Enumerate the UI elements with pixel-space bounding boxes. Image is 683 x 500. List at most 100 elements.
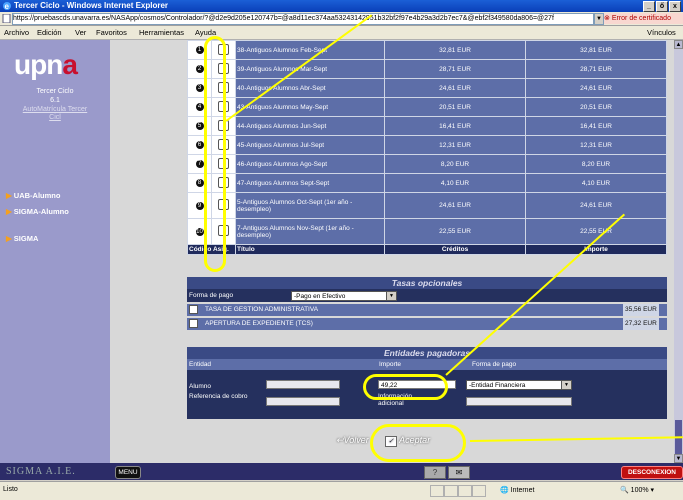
- payers-header-row: Entidad Importe Forma de pago: [187, 359, 667, 370]
- fee-row: 5 44-Antiguos Alumnos Jun-Sept 16,41 EUR 16…: [186, 116, 668, 136]
- fee-amount: 27,32 EUR: [623, 318, 659, 330]
- menu-herramientas[interactable]: Herramientas: [139, 26, 184, 39]
- maximize-button[interactable]: ő: [656, 1, 668, 12]
- row-number: 6: [195, 141, 204, 149]
- header-amount: Importe: [524, 244, 668, 255]
- chevron-down-icon: ▼: [386, 292, 396, 300]
- highlight-accept: [370, 424, 466, 462]
- fee-title: 7-Antiguos Alumnos Nov-Sept (1er año - d…: [235, 218, 386, 245]
- row-number: 1: [195, 46, 204, 54]
- help-button[interactable]: ?: [424, 466, 446, 479]
- status-bar: Listo 🌐 Internet 🔍 100% ▾: [0, 481, 683, 500]
- fee-title: 43-Antiguos Alumnos May-Sept: [235, 97, 386, 117]
- scroll-up-icon[interactable]: ▲: [674, 40, 683, 49]
- fee-label: TASA DE GESTION ADMINISTRATIVA: [205, 306, 319, 313]
- fee-credits: 32,81 EUR: [384, 40, 526, 60]
- warning-icon: ⊗: [604, 15, 610, 22]
- payers-header-payment: Forma de pago: [472, 361, 517, 368]
- highlight-amount: [363, 374, 448, 400]
- payment-row: Forma de pago: [187, 290, 667, 302]
- globe-icon: 🌐: [500, 487, 509, 494]
- vertical-scrollbar[interactable]: ▲ ▼: [674, 40, 683, 464]
- app-footer: SIGMA A.I.E. MENU ? ✉ DESCONEXION: [0, 463, 683, 480]
- fee-row: 7 46-Antiguos Alumnos Ago-Sept 8,20 EUR 8,2…: [186, 154, 668, 174]
- optional-fees-header: Tasas opcionales: [187, 277, 667, 291]
- info-input[interactable]: [466, 397, 572, 406]
- fee-row: 4 43-Antiguos Alumnos May-Sept 20,51 EUR 20…: [186, 97, 668, 117]
- svg-text:e: e: [5, 2, 10, 11]
- payer-entity-input[interactable]: [266, 380, 340, 389]
- fee-checkbox[interactable]: [189, 305, 198, 314]
- fee-title: 5-Antiguos Alumnos Oct-Sept (1er año - d…: [235, 192, 386, 219]
- upna-logo: upna: [14, 49, 78, 80]
- fee-credits: 8,20 EUR: [384, 154, 526, 174]
- status-cell: [430, 485, 444, 497]
- header-credits: Créditos: [384, 244, 526, 255]
- scroll-down-icon[interactable]: ▼: [674, 454, 683, 463]
- reference-input[interactable]: [266, 397, 340, 406]
- fee-row: 1 38-Antiguos Alumnos Feb-Sept 32,81 EUR 32…: [186, 40, 668, 60]
- fee-amount: 8,20 EUR: [524, 154, 668, 174]
- arrow-right-icon: ▶: [6, 191, 12, 200]
- program-label: Tercer Ciclo: [36, 88, 74, 95]
- arrow-right-icon: ▶: [6, 207, 12, 216]
- payers-header-entity: Entidad: [189, 361, 212, 368]
- chevron-down-icon: ▼: [561, 381, 571, 389]
- nav-uab-alumno[interactable]: ▶ UAB-Alumno: [6, 191, 60, 200]
- payers-title: Entidades pagadoras: [187, 347, 667, 359]
- menu-ver[interactable]: Ver: [75, 26, 86, 39]
- fee-title: 38-Antiguos Alumnos Feb-Sept: [235, 40, 386, 60]
- fee-amount: 32,81 EUR: [524, 40, 668, 60]
- minimize-button[interactable]: _: [643, 1, 655, 12]
- ie-logo-icon: e: [3, 2, 11, 11]
- fees-table: 1 38-Antiguos Alumnos Feb-Sept 32,81 EUR 32…: [186, 40, 668, 255]
- fee-amount: 4,10 EUR: [524, 173, 668, 193]
- back-button[interactable]: ↩Volver: [336, 435, 369, 446]
- fee-credits: 12,31 EUR: [384, 135, 526, 155]
- fee-credits: 4,10 EUR: [384, 173, 526, 193]
- fee-amount: 20,51 EUR: [524, 97, 668, 117]
- nav-sigma[interactable]: ▶ SIGMA: [6, 234, 38, 243]
- fees-header-row: Código Asig. Título Créditos Importe: [186, 244, 668, 255]
- fee-amount: 12,31 EUR: [524, 135, 668, 155]
- payer-payment-select[interactable]: -Entidad Financiera ▼: [466, 380, 572, 390]
- fee-credits: 16,41 EUR: [384, 116, 526, 136]
- payment-label: Forma de pago: [189, 292, 234, 299]
- url-input[interactable]: https://pruebascds.unavarra.es/NASApp/co…: [12, 13, 594, 25]
- menu-archivo[interactable]: Archivo: [4, 26, 29, 39]
- optional-fee-row: TASA DE GESTION ADMINISTRATIVA 35,56 EUR: [187, 304, 667, 316]
- certificate-error-button[interactable]: ⊗ Error de certificado: [604, 13, 683, 24]
- automatricula-link[interactable]: AutoMatrícula Tercer: [0, 106, 110, 114]
- fee-checkbox[interactable]: [189, 319, 198, 328]
- fee-amount: 24,61 EUR: [524, 192, 668, 219]
- zoom-control[interactable]: 🔍 100% ▾: [620, 486, 654, 494]
- close-button[interactable]: x: [669, 1, 681, 12]
- fee-credits: 22,55 EUR: [384, 218, 526, 245]
- fee-amount: 24,61 EUR: [524, 78, 668, 98]
- mail-icon[interactable]: ✉: [448, 466, 470, 479]
- fee-title: 45-Antiguos Alumnos Jul-Sept: [235, 135, 386, 155]
- fee-title: 39-Antiguos Alumnos Mar-Sept: [235, 59, 386, 79]
- row-number: 3: [195, 84, 204, 92]
- zone-label: 🌐 Internet: [500, 487, 535, 494]
- reference-label: Referencia de cobro: [189, 393, 248, 400]
- highlight-radio-column: [204, 36, 226, 272]
- fee-credits: 20,51 EUR: [384, 97, 526, 117]
- url-dropdown-icon[interactable]: ▼: [594, 13, 604, 25]
- fee-row: 2 39-Antiguos Alumnos Mar-Sept 28,71 EUR 28…: [186, 59, 668, 79]
- disconnect-button[interactable]: DESCONEXION: [621, 466, 683, 479]
- menu-button[interactable]: MENU: [115, 466, 141, 479]
- nav-sigma-alumno[interactable]: ▶ SIGMA-Alumno: [6, 207, 69, 216]
- status-cell: [458, 485, 472, 497]
- row-number: 5: [195, 122, 204, 130]
- row-number: 10: [195, 227, 204, 236]
- payment-select[interactable]: -Pago en Efectivo ▼: [291, 291, 397, 301]
- row-number: 7: [195, 160, 204, 168]
- links-label[interactable]: Vínculos: [647, 26, 676, 39]
- sidebar: upna Tercer Ciclo 6.1 AutoMatrícula Terc…: [0, 40, 110, 463]
- fee-amount: 28,71 EUR: [524, 59, 668, 79]
- automatricula-link-2[interactable]: Cicl: [0, 114, 110, 122]
- menu-favoritos[interactable]: Favoritos: [96, 26, 127, 39]
- menu-edicion[interactable]: Edición: [37, 26, 62, 39]
- fee-title: 44-Antiguos Alumnos Jun-Sept: [235, 116, 386, 136]
